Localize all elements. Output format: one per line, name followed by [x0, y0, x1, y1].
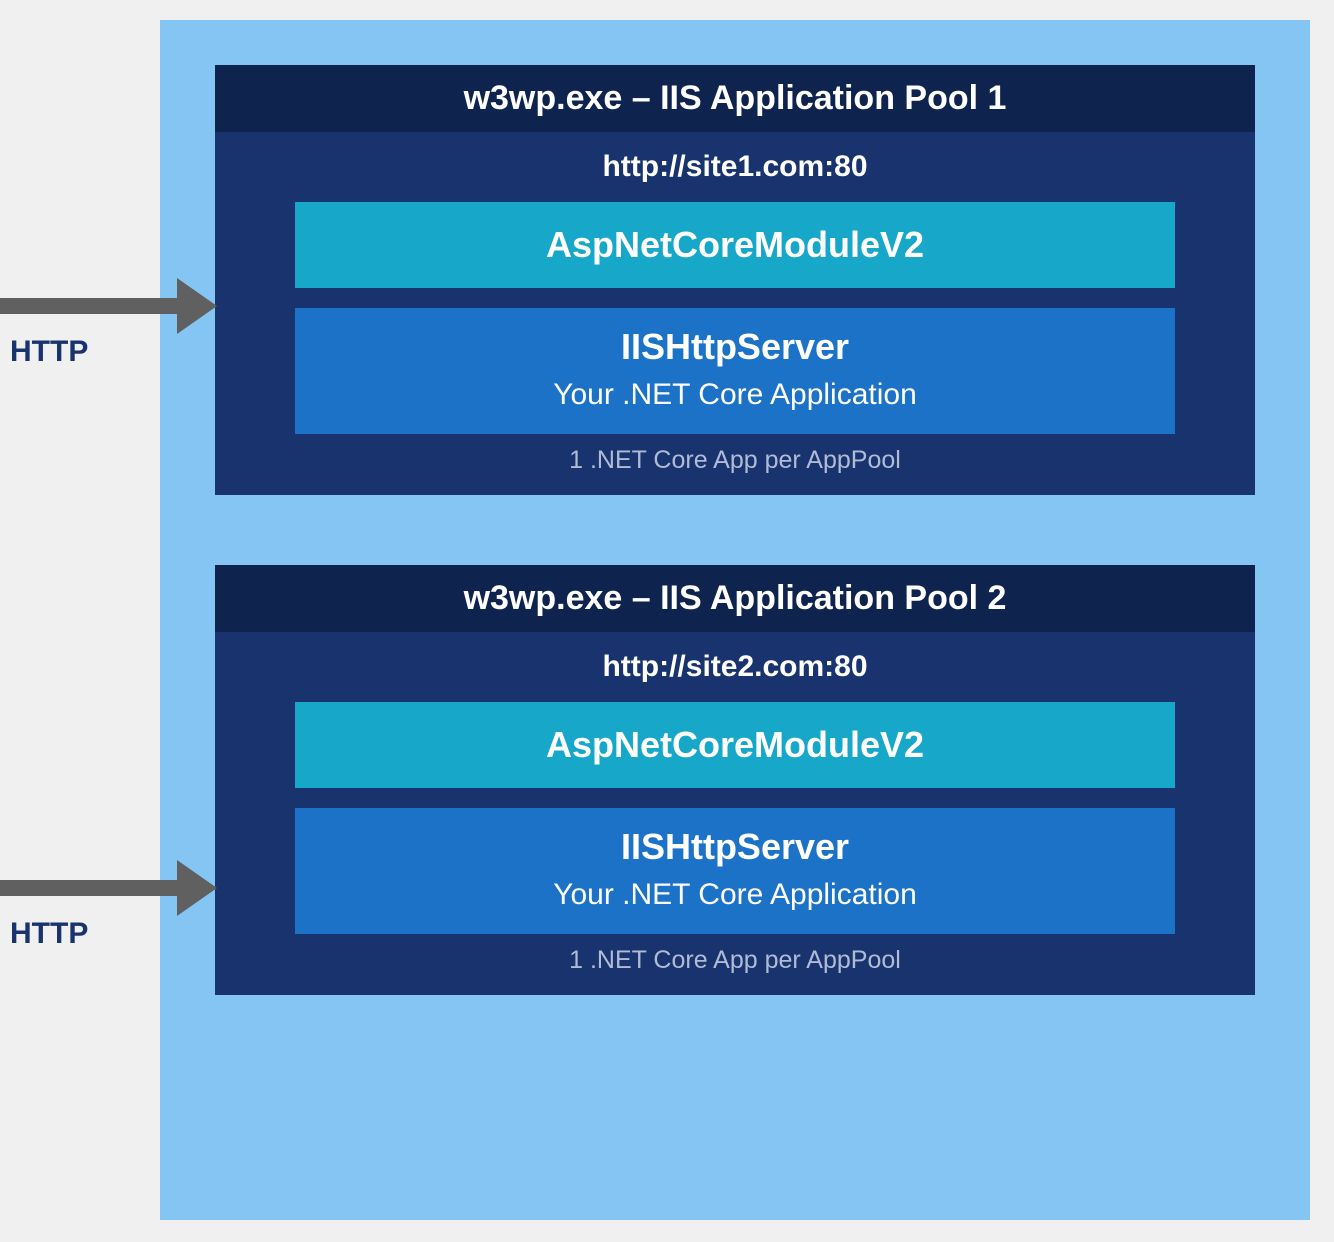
aspnetcore-module-1: AspNetCoreModuleV2: [295, 202, 1175, 288]
site-url-1: http://site1.com:80: [295, 150, 1175, 184]
server-title-1: IISHttpServer: [305, 326, 1165, 368]
server-subtitle-2: Your .NET Core Application: [305, 878, 1165, 912]
pool-header-2: w3wp.exe – IIS Application Pool 2: [215, 565, 1255, 632]
iis-http-server-2: IISHttpServer Your .NET Core Application: [295, 808, 1175, 934]
app-pool-1: w3wp.exe – IIS Application Pool 1 http:/…: [215, 65, 1255, 495]
iis-http-server-1: IISHttpServer Your .NET Core Application: [295, 308, 1175, 434]
pool-note-1: 1 .NET Core App per AppPool: [295, 446, 1175, 475]
server-subtitle-1: Your .NET Core Application: [305, 378, 1165, 412]
app-pool-2: w3wp.exe – IIS Application Pool 2 http:/…: [215, 565, 1255, 995]
http-arrow-1: [0, 298, 215, 314]
http-arrow-2: [0, 880, 215, 896]
iis-container: w3wp.exe – IIS Application Pool 1 http:/…: [160, 20, 1310, 1220]
http-label-2: HTTP: [10, 917, 88, 951]
http-label-1: HTTP: [10, 335, 88, 369]
aspnetcore-module-2: AspNetCoreModuleV2: [295, 702, 1175, 788]
pool-note-2: 1 .NET Core App per AppPool: [295, 946, 1175, 975]
pool-body-2: http://site2.com:80 AspNetCoreModuleV2 I…: [215, 632, 1255, 995]
site-url-2: http://site2.com:80: [295, 650, 1175, 684]
pool-header-1: w3wp.exe – IIS Application Pool 1: [215, 65, 1255, 132]
pool-body-1: http://site1.com:80 AspNetCoreModuleV2 I…: [215, 132, 1255, 495]
server-title-2: IISHttpServer: [305, 826, 1165, 868]
